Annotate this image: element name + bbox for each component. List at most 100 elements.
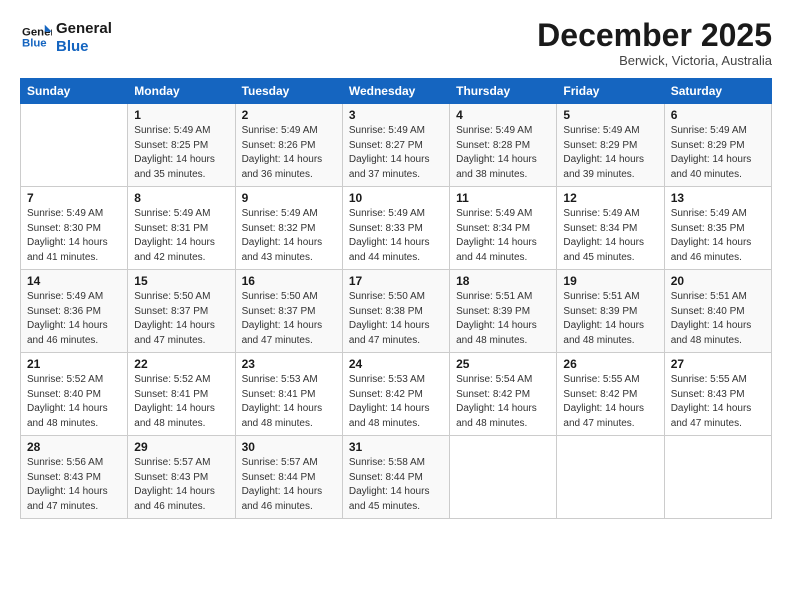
logo: General Blue General Blue [20,18,112,56]
day-info: Sunrise: 5:51 AM Sunset: 8:39 PM Dayligh… [456,290,550,348]
day-info: Sunrise: 5:51 AM Sunset: 8:40 PM Dayligh… [671,290,765,348]
day-info: Sunrise: 5:57 AM Sunset: 8:43 PM Dayligh… [134,456,228,514]
svg-text:Blue: Blue [22,38,47,50]
day-cell: 29 Sunrise: 5:57 AM Sunset: 8:43 PM Dayli… [128,436,235,519]
day-info: Sunrise: 5:54 AM Sunset: 8:42 PM Dayligh… [456,373,550,431]
day-info: Sunrise: 5:53 AM Sunset: 8:41 PM Dayligh… [242,373,336,431]
day-cell: 12Sunrise: 5:49 AM Sunset: 8:34 PM Dayli… [557,187,664,270]
day-cell [21,104,128,187]
day-cell: 30 Sunrise: 5:57 AM Sunset: 8:44 PM Dayli… [235,436,342,519]
day-cell: 31Sunrise: 5:58 AM Sunset: 8:44 PM Dayli… [342,436,449,519]
day-number: 10 [349,191,443,205]
day-info: Sunrise: 5:49 AM Sunset: 8:30 PM Dayligh… [27,207,121,265]
day-cell: 15 Sunrise: 5:50 AM Sunset: 8:37 PM Dayli… [128,270,235,353]
day-cell: 7Sunrise: 5:49 AM Sunset: 8:30 PM Daylig… [21,187,128,270]
subtitle: Berwick, Victoria, Australia [537,53,772,68]
day-number: 16 [242,274,336,288]
day-number: 28 [27,440,121,454]
logo-general: General [56,20,112,38]
day-cell: 4 Sunrise: 5:49 AM Sunset: 8:28 PM Daylig… [450,104,557,187]
day-number: 30 [242,440,336,454]
day-number: 18 [456,274,550,288]
week-row-1: 1 Sunrise: 5:49 AM Sunset: 8:25 PM Daylig… [21,104,772,187]
day-info: Sunrise: 5:57 AM Sunset: 8:44 PM Dayligh… [242,456,336,514]
week-row-3: 14Sunrise: 5:49 AM Sunset: 8:36 PM Dayli… [21,270,772,353]
day-cell: 1 Sunrise: 5:49 AM Sunset: 8:25 PM Daylig… [128,104,235,187]
day-number: 17 [349,274,443,288]
day-info: Sunrise: 5:51 AM Sunset: 8:39 PM Dayligh… [563,290,657,348]
day-number: 27 [671,357,765,371]
week-row-2: 7Sunrise: 5:49 AM Sunset: 8:30 PM Daylig… [21,187,772,270]
day-info: Sunrise: 5:49 AM Sunset: 8:27 PM Dayligh… [349,124,443,182]
day-info: Sunrise: 5:55 AM Sunset: 8:43 PM Dayligh… [671,373,765,431]
header-row: SundayMondayTuesdayWednesdayThursdayFrid… [21,79,772,104]
day-cell: 20 Sunrise: 5:51 AM Sunset: 8:40 PM Dayli… [664,270,771,353]
header-day-thursday: Thursday [450,79,557,104]
week-row-5: 28Sunrise: 5:56 AM Sunset: 8:43 PM Dayli… [21,436,772,519]
day-info: Sunrise: 5:50 AM Sunset: 8:37 PM Dayligh… [134,290,228,348]
day-number: 22 [134,357,228,371]
day-cell: 16 Sunrise: 5:50 AM Sunset: 8:37 PM Dayli… [235,270,342,353]
day-number: 11 [456,191,550,205]
page: General Blue General Blue December 2025 … [0,0,792,612]
header-day-friday: Friday [557,79,664,104]
day-info: Sunrise: 5:49 AM Sunset: 8:29 PM Dayligh… [563,124,657,182]
day-number: 5 [563,108,657,122]
day-cell: 28Sunrise: 5:56 AM Sunset: 8:43 PM Dayli… [21,436,128,519]
day-cell: 8 Sunrise: 5:49 AM Sunset: 8:31 PM Daylig… [128,187,235,270]
day-info: Sunrise: 5:49 AM Sunset: 8:31 PM Dayligh… [134,207,228,265]
day-cell: 9 Sunrise: 5:49 AM Sunset: 8:32 PM Daylig… [235,187,342,270]
header-day-saturday: Saturday [664,79,771,104]
day-info: Sunrise: 5:49 AM Sunset: 8:33 PM Dayligh… [349,207,443,265]
day-number: 21 [27,357,121,371]
day-number: 26 [563,357,657,371]
day-info: Sunrise: 5:58 AM Sunset: 8:44 PM Dayligh… [349,456,443,514]
day-number: 25 [456,357,550,371]
day-cell [557,436,664,519]
day-cell [450,436,557,519]
day-number: 8 [134,191,228,205]
day-info: Sunrise: 5:52 AM Sunset: 8:40 PM Dayligh… [27,373,121,431]
day-info: Sunrise: 5:53 AM Sunset: 8:42 PM Dayligh… [349,373,443,431]
day-info: Sunrise: 5:55 AM Sunset: 8:42 PM Dayligh… [563,373,657,431]
day-cell: 11Sunrise: 5:49 AM Sunset: 8:34 PM Dayli… [450,187,557,270]
day-number: 1 [134,108,228,122]
day-cell: 6 Sunrise: 5:49 AM Sunset: 8:29 PM Daylig… [664,104,771,187]
week-row-4: 21 Sunrise: 5:52 AM Sunset: 8:40 PM Dayli… [21,353,772,436]
header-day-sunday: Sunday [21,79,128,104]
day-info: Sunrise: 5:49 AM Sunset: 8:35 PM Dayligh… [671,207,765,265]
day-cell: 10 Sunrise: 5:49 AM Sunset: 8:33 PM Dayli… [342,187,449,270]
day-number: 23 [242,357,336,371]
day-number: 20 [671,274,765,288]
day-number: 13 [671,191,765,205]
month-title: December 2025 [537,18,772,53]
day-info: Sunrise: 5:50 AM Sunset: 8:37 PM Dayligh… [242,290,336,348]
day-cell: 26 Sunrise: 5:55 AM Sunset: 8:42 PM Dayli… [557,353,664,436]
header-day-wednesday: Wednesday [342,79,449,104]
day-number: 15 [134,274,228,288]
day-info: Sunrise: 5:49 AM Sunset: 8:26 PM Dayligh… [242,124,336,182]
day-cell: 14Sunrise: 5:49 AM Sunset: 8:36 PM Dayli… [21,270,128,353]
day-cell [664,436,771,519]
day-number: 2 [242,108,336,122]
day-info: Sunrise: 5:49 AM Sunset: 8:32 PM Dayligh… [242,207,336,265]
day-info: Sunrise: 5:49 AM Sunset: 8:28 PM Dayligh… [456,124,550,182]
logo-blue: Blue [56,38,112,56]
day-cell: 13 Sunrise: 5:49 AM Sunset: 8:35 PM Dayli… [664,187,771,270]
day-info: Sunrise: 5:49 AM Sunset: 8:29 PM Dayligh… [671,124,765,182]
day-number: 3 [349,108,443,122]
day-info: Sunrise: 5:49 AM Sunset: 8:25 PM Dayligh… [134,124,228,182]
day-number: 14 [27,274,121,288]
day-number: 9 [242,191,336,205]
day-info: Sunrise: 5:52 AM Sunset: 8:41 PM Dayligh… [134,373,228,431]
day-cell: 3 Sunrise: 5:49 AM Sunset: 8:27 PM Daylig… [342,104,449,187]
day-number: 19 [563,274,657,288]
day-number: 6 [671,108,765,122]
day-number: 29 [134,440,228,454]
calendar-table: SundayMondayTuesdayWednesdayThursdayFrid… [20,78,772,519]
day-number: 4 [456,108,550,122]
title-block: December 2025 Berwick, Victoria, Austral… [537,18,772,68]
day-number: 12 [563,191,657,205]
day-cell: 2 Sunrise: 5:49 AM Sunset: 8:26 PM Daylig… [235,104,342,187]
day-cell: 21 Sunrise: 5:52 AM Sunset: 8:40 PM Dayli… [21,353,128,436]
